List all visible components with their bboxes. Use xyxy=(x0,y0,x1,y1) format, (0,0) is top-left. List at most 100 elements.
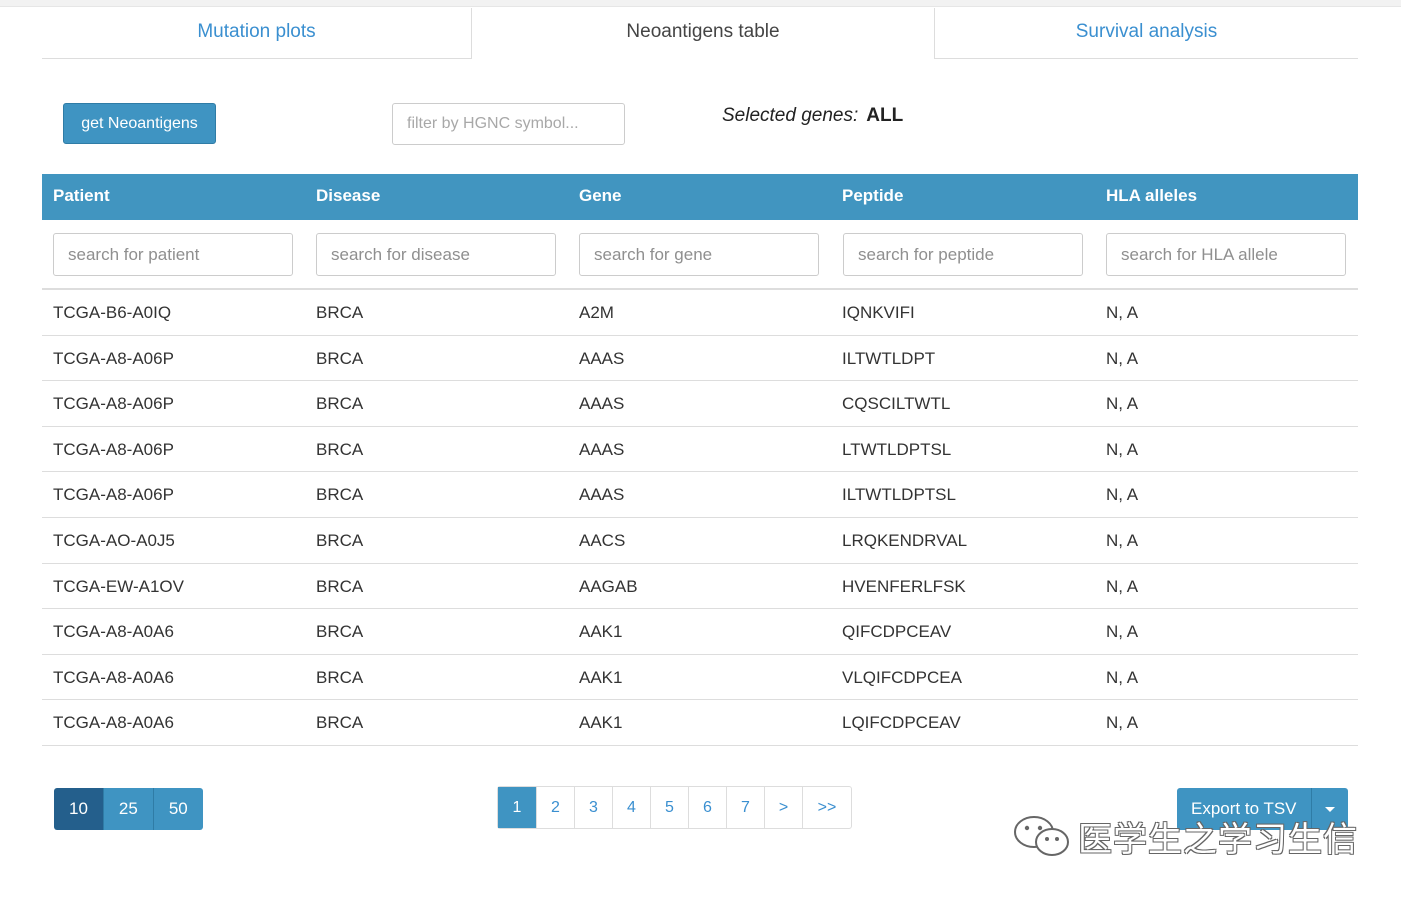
page-length-10[interactable]: 10 xyxy=(54,788,104,830)
cell-hla-alleles: N, A xyxy=(1106,530,1139,550)
page-7-button[interactable]: 7 xyxy=(727,787,765,828)
cell-patient: TCGA-EW-A1OV xyxy=(53,576,184,596)
table-row: TCGA-A8-A06P BRCA AAAS ILTWTLDPT N, A xyxy=(42,336,1358,382)
pagination: 1 2 3 4 5 6 7 > >> xyxy=(497,786,852,829)
cell-disease: BRCA xyxy=(316,439,364,459)
selected-genes-value: ALL xyxy=(866,105,904,126)
cell-patient: TCGA-AO-A0J5 xyxy=(53,530,175,550)
search-hla-allele-input[interactable] xyxy=(1106,233,1346,276)
cell-hla-alleles: N, A xyxy=(1106,576,1139,596)
cell-gene: AAAS xyxy=(579,485,625,505)
page-3-button[interactable]: 3 xyxy=(575,787,613,828)
table-row: TCGA-A8-A0A6 BRCA AAK1 LQIFCDPCEAV N, A xyxy=(42,700,1358,746)
page-4-button[interactable]: 4 xyxy=(613,787,651,828)
tab-neoantigens-table[interactable]: Neoantigens table xyxy=(472,8,934,59)
table-row: TCGA-A8-A0A6 BRCA AAK1 QIFCDPCEAV N, A xyxy=(42,609,1358,655)
cell-gene: AAAS xyxy=(579,439,625,459)
cell-gene: AAK1 xyxy=(579,622,623,642)
cell-peptide: VLQIFCDPCEA xyxy=(842,667,962,687)
top-border xyxy=(0,0,1401,7)
table-row: TCGA-B6-A0IQ BRCA A2M IQNKVIFI N, A xyxy=(42,290,1358,336)
last-page-button[interactable]: >> xyxy=(803,787,851,828)
selected-genes-label: Selected genes: xyxy=(722,105,859,126)
cell-patient: TCGA-B6-A0IQ xyxy=(53,303,172,322)
page-1-button[interactable]: 1 xyxy=(498,787,537,828)
table-row: TCGA-A8-A06P BRCA AAAS ILTWTLDPTSL N, A xyxy=(42,472,1358,518)
column-search-row xyxy=(42,222,1358,290)
tab-bar: Mutation plots Neoantigens table Surviva… xyxy=(42,8,1358,60)
cell-hla-alleles: N, A xyxy=(1106,348,1139,368)
cell-gene: AACS xyxy=(579,530,626,550)
search-peptide-input[interactable] xyxy=(843,233,1083,276)
cell-patient: TCGA-A8-A0A6 xyxy=(53,667,174,687)
cell-gene: AAAS xyxy=(579,348,625,368)
cell-hla-alleles: N, A xyxy=(1106,303,1139,322)
cell-disease: BRCA xyxy=(316,622,364,642)
cell-peptide: LTWTLDPTSL xyxy=(842,439,952,459)
get-neoantigens-button[interactable]: get Neoantigens xyxy=(63,103,216,144)
cell-peptide: CQSCILTWTL xyxy=(842,394,951,414)
cell-peptide: IQNKVIFI xyxy=(842,303,915,322)
table-row: TCGA-EW-A1OV BRCA AAGAB HVENFERLFSK N, A xyxy=(42,564,1358,610)
search-disease-input[interactable] xyxy=(316,233,556,276)
cell-patient: TCGA-A8-A06P xyxy=(53,439,174,459)
cell-patient: TCGA-A8-A06P xyxy=(53,485,174,505)
tab-mutation-plots[interactable]: Mutation plots xyxy=(42,8,472,59)
cell-disease: BRCA xyxy=(316,348,364,368)
page-length-25[interactable]: 25 xyxy=(103,788,154,830)
table-header: Patient Disease Gene Peptide HLA alleles xyxy=(42,174,1358,220)
cell-gene: AAAS xyxy=(579,394,625,414)
cell-disease: BRCA xyxy=(316,713,364,733)
cell-disease: BRCA xyxy=(316,530,364,550)
page-2-button[interactable]: 2 xyxy=(537,787,575,828)
table-row: TCGA-A8-A06P BRCA AAAS CQSCILTWTL N, A xyxy=(42,381,1358,427)
cell-gene: AAK1 xyxy=(579,713,623,733)
cell-hla-alleles: N, A xyxy=(1106,622,1139,642)
cell-hla-alleles: N, A xyxy=(1106,394,1139,414)
table-row: TCGA-A8-A0A6 BRCA AAK1 VLQIFCDPCEA N, A xyxy=(42,655,1358,701)
cell-gene: AAK1 xyxy=(579,667,623,687)
column-header-patient[interactable]: Patient xyxy=(53,174,110,220)
column-header-peptide[interactable]: Peptide xyxy=(842,174,903,220)
column-header-gene[interactable]: Gene xyxy=(579,174,622,220)
cell-hla-alleles: N, A xyxy=(1106,667,1139,687)
table-row: TCGA-AO-A0J5 BRCA AACS LRQKENDRVAL N, A xyxy=(42,518,1358,564)
cell-patient: TCGA-A8-A0A6 xyxy=(53,713,174,733)
cell-peptide: ILTWTLDPTSL xyxy=(842,485,956,505)
cell-disease: BRCA xyxy=(316,667,364,687)
cell-disease: BRCA xyxy=(316,303,364,322)
hgnc-filter-input[interactable] xyxy=(392,103,625,145)
search-patient-input[interactable] xyxy=(53,233,293,276)
wechat-icon xyxy=(1014,816,1069,856)
page-6-button[interactable]: 6 xyxy=(689,787,727,828)
next-page-button[interactable]: > xyxy=(765,787,803,828)
cell-gene: AAGAB xyxy=(579,576,638,596)
cell-peptide: HVENFERLFSK xyxy=(842,576,966,596)
column-header-hla-alleles[interactable]: HLA alleles xyxy=(1106,174,1197,220)
watermark: 医学生之学习生信 xyxy=(1012,812,1358,860)
cell-hla-alleles: N, A xyxy=(1106,439,1139,459)
table-body: TCGA-B6-A0IQ BRCA A2M IQNKVIFI N, A TCGA… xyxy=(42,290,1358,746)
selected-genes: Selected genes: ALL xyxy=(722,105,903,127)
search-gene-input[interactable] xyxy=(579,233,819,276)
cell-peptide: QIFCDPCEAV xyxy=(842,622,952,642)
page-5-button[interactable]: 5 xyxy=(651,787,689,828)
page-length-selector: 10 25 50 xyxy=(54,788,203,830)
cell-disease: BRCA xyxy=(316,485,364,505)
tab-survival-analysis[interactable]: Survival analysis xyxy=(934,8,1358,59)
cell-patient: TCGA-A8-A06P xyxy=(53,348,174,368)
table-row: TCGA-A8-A06P BRCA AAAS LTWTLDPTSL N, A xyxy=(42,427,1358,473)
page-length-50[interactable]: 50 xyxy=(153,788,203,830)
cell-disease: BRCA xyxy=(316,576,364,596)
cell-disease: BRCA xyxy=(316,394,364,414)
cell-patient: TCGA-A8-A0A6 xyxy=(53,622,174,642)
cell-peptide: LQIFCDPCEAV xyxy=(842,713,961,733)
cell-hla-alleles: N, A xyxy=(1106,713,1139,733)
cell-gene: A2M xyxy=(579,303,614,322)
cell-patient: TCGA-A8-A06P xyxy=(53,394,174,414)
cell-peptide: LRQKENDRVAL xyxy=(842,530,968,550)
watermark-text: 医学生之学习生信 xyxy=(1078,819,1358,860)
column-header-disease[interactable]: Disease xyxy=(316,174,380,220)
cell-peptide: ILTWTLDPT xyxy=(842,348,936,368)
cell-hla-alleles: N, A xyxy=(1106,485,1139,505)
